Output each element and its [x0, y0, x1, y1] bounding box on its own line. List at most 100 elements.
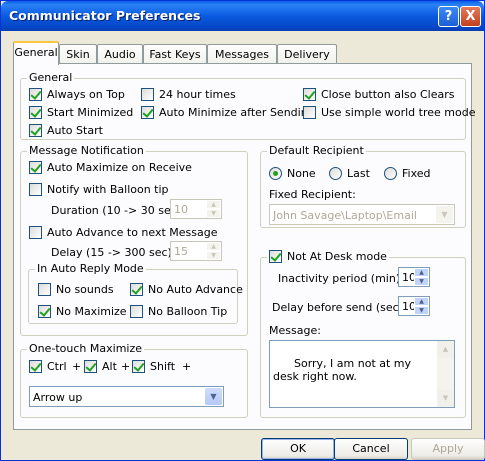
recipient-none-radio[interactable]: None [269, 167, 316, 180]
away-message-textarea[interactable]: Sorry, I am not at my desk right now. ▲ … [269, 340, 455, 408]
general-tab-panel: General Always on Top Start Minimized Au… [13, 63, 475, 430]
unchecked-icon [141, 88, 154, 101]
spin-buttons: ▲ ▼ [414, 297, 429, 315]
no-maximize-label: No Maximize [56, 305, 127, 318]
spin-down-icon[interactable]: ▼ [206, 251, 221, 260]
plus-sign: + [182, 360, 192, 373]
close-clears-label: Close button also Clears [321, 88, 455, 101]
message-notification-legend: Message Notification [27, 144, 146, 157]
hour24-checkbox[interactable]: 24 hour times [141, 88, 236, 101]
unchecked-icon [29, 183, 42, 196]
checked-icon [141, 106, 154, 119]
ctrl-checkbox[interactable]: Ctrl [29, 360, 67, 373]
ok-button[interactable]: OK [261, 438, 335, 460]
not-at-desk-label: Not At Desk mode [287, 250, 387, 263]
balloon-tip-checkbox[interactable]: Notify with Balloon tip [29, 183, 169, 196]
spin-up-icon[interactable]: ▲ [414, 297, 429, 306]
start-minimized-checkbox[interactable]: Start Minimized [29, 106, 133, 119]
not-at-desk-legend[interactable]: Not At Desk mode [267, 250, 389, 263]
delay-before-send-spinner[interactable]: 10 ▲ ▼ [398, 296, 430, 316]
duration-label: Duration (10 -> 30 sec) [51, 204, 182, 217]
recipient-fixed-label: Fixed [402, 167, 431, 180]
no-sounds-checkbox[interactable]: No sounds [38, 283, 114, 296]
spin-up-icon[interactable]: ▲ [414, 268, 429, 277]
scrollbar[interactable]: ▲ ▼ [437, 341, 454, 407]
auto-start-label: Auto Start [47, 124, 103, 137]
auto-maximize-receive-checkbox[interactable]: Auto Maximize on Receive [29, 161, 192, 174]
auto-minimize-send-label: Auto Minimize after Sending [159, 106, 315, 119]
spin-down-icon[interactable]: ▼ [206, 209, 221, 218]
alt-label: Alt [102, 360, 117, 373]
spin-buttons: ▲ ▼ [206, 200, 221, 218]
delay-spinner[interactable]: 15 ▲ ▼ [170, 241, 222, 261]
plus-sign: + [72, 360, 82, 373]
duration-spinner[interactable]: 10 ▲ ▼ [170, 199, 222, 219]
hotkey-select[interactable]: Arrow up ▼ [29, 386, 224, 407]
inactivity-spinner[interactable]: 10 ▲ ▼ [398, 267, 430, 287]
delay-label: Delay (15 -> 300 sec) [51, 246, 172, 259]
no-auto-advance-checkbox[interactable]: No Auto Advance [130, 283, 243, 296]
no-sounds-label: No sounds [56, 283, 114, 296]
tab-messages[interactable]: Messages [207, 44, 277, 64]
tab-delivery[interactable]: Delivery [277, 44, 337, 64]
auto-reply-legend: In Auto Reply Mode [35, 262, 146, 275]
plus-sign: + [121, 360, 131, 373]
no-balloon-tip-checkbox[interactable]: No Balloon Tip [130, 305, 227, 318]
scroll-up-icon[interactable]: ▲ [437, 341, 454, 358]
spin-up-icon[interactable]: ▲ [206, 242, 221, 251]
spin-up-icon[interactable]: ▲ [206, 200, 221, 209]
recipient-none-label: None [287, 167, 316, 180]
general-legend: General [27, 71, 75, 84]
checked-icon [29, 124, 42, 137]
auto-minimize-send-checkbox[interactable]: Auto Minimize after Sending [141, 106, 315, 119]
checked-icon [38, 305, 51, 318]
checked-icon [29, 88, 42, 101]
auto-maximize-receive-label: Auto Maximize on Receive [47, 161, 192, 174]
recipient-last-label: Last [347, 167, 370, 180]
tab-general[interactable]: General [13, 41, 59, 65]
scroll-down-icon[interactable]: ▼ [437, 390, 454, 407]
help-icon[interactable]: ? [438, 6, 459, 27]
no-maximize-checkbox[interactable]: No Maximize [38, 305, 127, 318]
start-minimized-label: Start Minimized [47, 106, 134, 119]
delay-value: 15 [174, 245, 188, 258]
world-tree-label: Use simple world tree mode [321, 106, 476, 119]
auto-advance-checkbox[interactable]: Auto Advance to next Message [29, 226, 218, 239]
window-title: Communicator Preferences [9, 8, 201, 23]
cancel-button[interactable]: Cancel [334, 438, 408, 460]
shift-checkbox[interactable]: Shift [132, 360, 175, 373]
title-bar[interactable]: Communicator Preferences ? X [1, 1, 484, 31]
close-clears-checkbox[interactable]: Close button also Clears [303, 88, 455, 101]
radio-icon [384, 167, 397, 180]
checked-icon [29, 161, 42, 174]
recipient-fixed-radio[interactable]: Fixed [384, 167, 431, 180]
always-on-top-label: Always on Top [47, 88, 125, 101]
auto-start-checkbox[interactable]: Auto Start [29, 124, 103, 137]
tab-fast-keys[interactable]: Fast Keys [143, 44, 207, 64]
duration-value: 10 [174, 203, 188, 216]
tab-audio[interactable]: Audio [97, 44, 143, 64]
unchecked-icon [29, 226, 42, 239]
hotkey-value: Arrow up [33, 391, 83, 404]
radio-icon [329, 167, 342, 180]
recipient-last-radio[interactable]: Last [329, 167, 370, 180]
checked-icon [269, 250, 282, 263]
close-icon[interactable]: X [460, 6, 481, 27]
alt-checkbox[interactable]: Alt [84, 360, 117, 373]
always-on-top-checkbox[interactable]: Always on Top [29, 88, 125, 101]
world-tree-checkbox[interactable]: Use simple world tree mode [303, 106, 475, 119]
apply-button[interactable]: Apply [411, 438, 485, 460]
spin-down-icon[interactable]: ▼ [414, 277, 429, 286]
dropdown-arrow-icon[interactable]: ▼ [205, 388, 222, 405]
delay-before-send-label: Delay before send (sec): [272, 301, 407, 314]
unchecked-icon [303, 106, 316, 119]
ctrl-label: Ctrl [47, 360, 67, 373]
fixed-recipient-select[interactable]: John Savage\Laptop\Email ▼ [269, 204, 455, 225]
tab-skin[interactable]: Skin [59, 44, 97, 64]
checked-icon [29, 360, 42, 373]
inactivity-label: Inactivity period (min): [278, 272, 404, 285]
no-balloon-tip-label: No Balloon Tip [148, 305, 228, 318]
spin-down-icon[interactable]: ▼ [414, 306, 429, 315]
checked-icon [303, 88, 316, 101]
dropdown-arrow-icon[interactable]: ▼ [436, 206, 453, 223]
